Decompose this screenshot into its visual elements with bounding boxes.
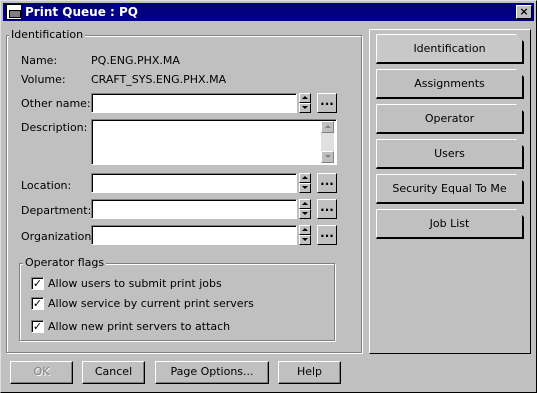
department-label: Department: <box>21 204 92 217</box>
organization-field[interactable] <box>91 225 297 245</box>
volume-label: Volume: <box>21 73 66 86</box>
help-button[interactable]: Help <box>278 361 341 384</box>
page-options-button[interactable]: Page Options... <box>155 361 269 384</box>
page-selector-panel: Identification Assignments Operator User… <box>369 29 531 354</box>
checkbox-label: Allow users to submit print jobs <box>48 277 222 290</box>
window-title: Print Queue : PQ <box>25 5 138 19</box>
spin-down-icon[interactable] <box>299 103 311 113</box>
page-users-button[interactable]: Users <box>376 139 524 169</box>
location-spinner[interactable] <box>299 173 311 193</box>
print-queue-dialog: Print Queue : PQ × Identification Name: … <box>0 0 537 393</box>
other-name-spinner[interactable] <box>299 93 311 113</box>
checkbox[interactable]: ✓ <box>31 297 44 310</box>
page-button-label: Identification <box>413 42 486 55</box>
ok-button[interactable]: OK <box>10 361 73 384</box>
checkbox[interactable]: ✓ <box>31 277 44 290</box>
spin-down-icon[interactable] <box>299 183 311 193</box>
organization-spinner[interactable] <box>299 225 311 245</box>
operator-flags-label: Operator flags <box>23 256 107 269</box>
spin-down-icon[interactable] <box>299 235 311 245</box>
flag-new-servers[interactable]: ✓ Allow new print servers to attach <box>31 319 321 335</box>
spin-up-icon[interactable] <box>299 199 311 209</box>
location-browse-button[interactable]: ... <box>317 173 337 193</box>
spin-up-icon[interactable] <box>299 225 311 235</box>
description-scrollbar[interactable] <box>321 121 334 163</box>
description-field[interactable] <box>91 119 337 165</box>
page-button-label: Assignments <box>414 77 485 90</box>
flag-submit-jobs[interactable]: ✓ Allow users to submit print jobs <box>31 276 321 292</box>
page-button-label: Job List <box>429 217 470 230</box>
page-button-label: Operator <box>424 112 475 125</box>
other-name-browse-button[interactable]: ... <box>317 93 337 113</box>
spin-down-icon[interactable] <box>299 209 311 219</box>
page-operator-button[interactable]: Operator <box>376 104 524 134</box>
location-label: Location: <box>21 179 72 192</box>
other-name-field[interactable] <box>91 93 297 113</box>
department-field[interactable] <box>91 199 297 219</box>
department-browse-button[interactable]: ... <box>317 199 337 219</box>
spin-up-icon[interactable] <box>299 173 311 183</box>
cancel-button[interactable]: Cancel <box>82 361 145 384</box>
department-spinner[interactable] <box>299 199 311 219</box>
checkbox[interactable]: ✓ <box>31 320 44 333</box>
checkbox-label: Allow service by current print servers <box>48 297 254 310</box>
page-assignments-button[interactable]: Assignments <box>376 69 524 99</box>
page-security-equal-button[interactable]: Security Equal To Me <box>376 174 524 204</box>
flag-current-servers[interactable]: ✓ Allow service by current print servers <box>31 296 321 312</box>
volume-value: CRAFT_SYS.ENG.PHX.MA <box>91 73 227 86</box>
other-name-label: Other name: <box>21 97 91 110</box>
description-label: Description: <box>21 121 88 134</box>
page-job-list-button[interactable]: Job List <box>376 209 524 239</box>
close-button[interactable]: × <box>516 5 532 19</box>
title-bar[interactable]: Print Queue : PQ × <box>3 3 534 21</box>
identification-group-label: Identification <box>9 28 86 41</box>
organization-browse-button[interactable]: ... <box>317 225 337 245</box>
organization-label: Organization: <box>21 230 96 243</box>
printer-icon <box>6 4 22 20</box>
page-button-label: Security Equal To Me <box>392 182 507 195</box>
checkbox-label: Allow new print servers to attach <box>48 320 231 333</box>
scroll-down-icon[interactable] <box>321 151 334 163</box>
location-field[interactable] <box>91 173 297 193</box>
spin-up-icon[interactable] <box>299 93 311 103</box>
scroll-up-icon[interactable] <box>321 121 334 133</box>
page-button-label: Users <box>434 147 465 160</box>
name-label: Name: <box>21 54 58 67</box>
name-value: PQ.ENG.PHX.MA <box>91 54 180 67</box>
page-identification-button[interactable]: Identification <box>376 34 524 64</box>
